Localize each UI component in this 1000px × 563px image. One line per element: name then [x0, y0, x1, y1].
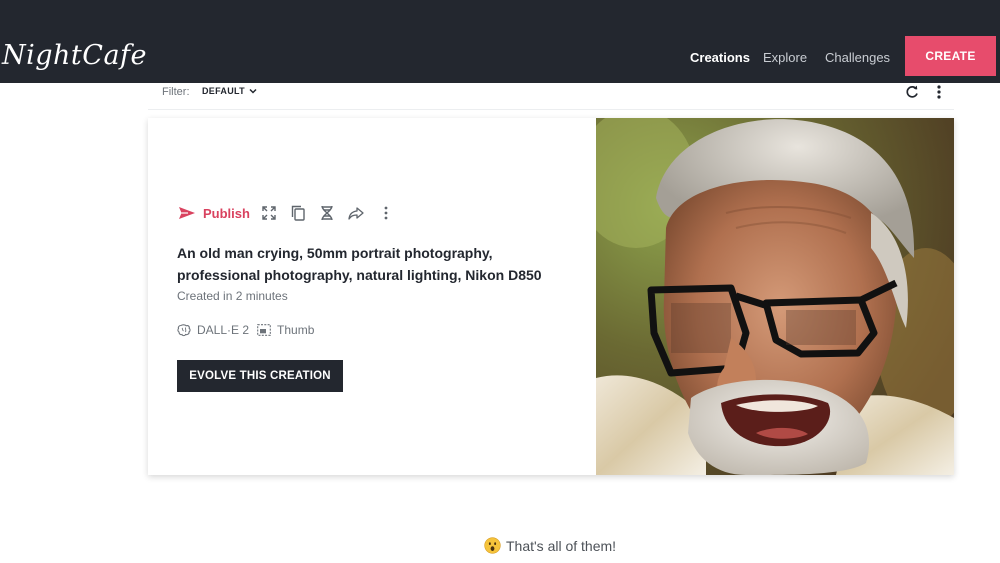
created-time: Created in 2 minutes — [177, 289, 288, 303]
end-of-list-message: That's all of them! — [484, 537, 616, 554]
creation-title: An old man crying, 50mm portrait photogr… — [177, 245, 542, 283]
filter-bar: Filter: DEFAULT — [148, 83, 954, 110]
astonished-face-icon — [484, 537, 501, 554]
publish-label: Publish — [203, 205, 250, 221]
size-name: Thumb — [277, 323, 315, 337]
nightcafe-logo[interactable]: NightCafe — [2, 40, 147, 71]
nav-challenges[interactable]: Challenges — [825, 50, 890, 65]
create-button[interactable]: CREATE — [905, 36, 996, 76]
top-navbar: NightCafe Creations Explore Challenges C… — [0, 0, 1000, 83]
send-icon — [179, 207, 195, 219]
publish-button[interactable]: Publish — [178, 206, 250, 221]
refresh-icon[interactable] — [904, 84, 920, 100]
nav-explore[interactable]: Explore — [763, 50, 807, 65]
expand-icon[interactable] — [261, 205, 277, 221]
more-vertical-icon[interactable] — [932, 84, 946, 100]
filter-dropdown[interactable]: DEFAULT — [202, 86, 258, 96]
creation-image[interactable] — [596, 118, 954, 475]
dna-icon[interactable] — [319, 205, 335, 221]
creation-card: Publish An old man crying, 50mm portrait… — [148, 118, 954, 475]
more-vertical-icon[interactable] — [378, 205, 394, 221]
chevron-down-icon — [249, 88, 257, 94]
image-size-icon — [257, 324, 271, 336]
size-info: Thumb — [257, 323, 314, 337]
filter-label: Filter: — [162, 86, 190, 98]
creation-meta: DALL·E 2 Thumb — [177, 323, 322, 337]
model-info: DALL·E 2 — [177, 323, 249, 337]
nav-creations[interactable]: Creations — [690, 50, 750, 65]
end-message-text: That's all of them! — [506, 537, 617, 554]
card-toolbar: Publish — [178, 205, 394, 221]
brain-icon — [177, 323, 191, 336]
share-icon[interactable] — [348, 205, 364, 221]
evolve-creation-button[interactable]: EVOLVE THIS CREATION — [177, 360, 343, 392]
copy-icon[interactable] — [290, 205, 306, 221]
model-name: DALL·E 2 — [197, 323, 250, 337]
filter-value: DEFAULT — [202, 86, 245, 96]
